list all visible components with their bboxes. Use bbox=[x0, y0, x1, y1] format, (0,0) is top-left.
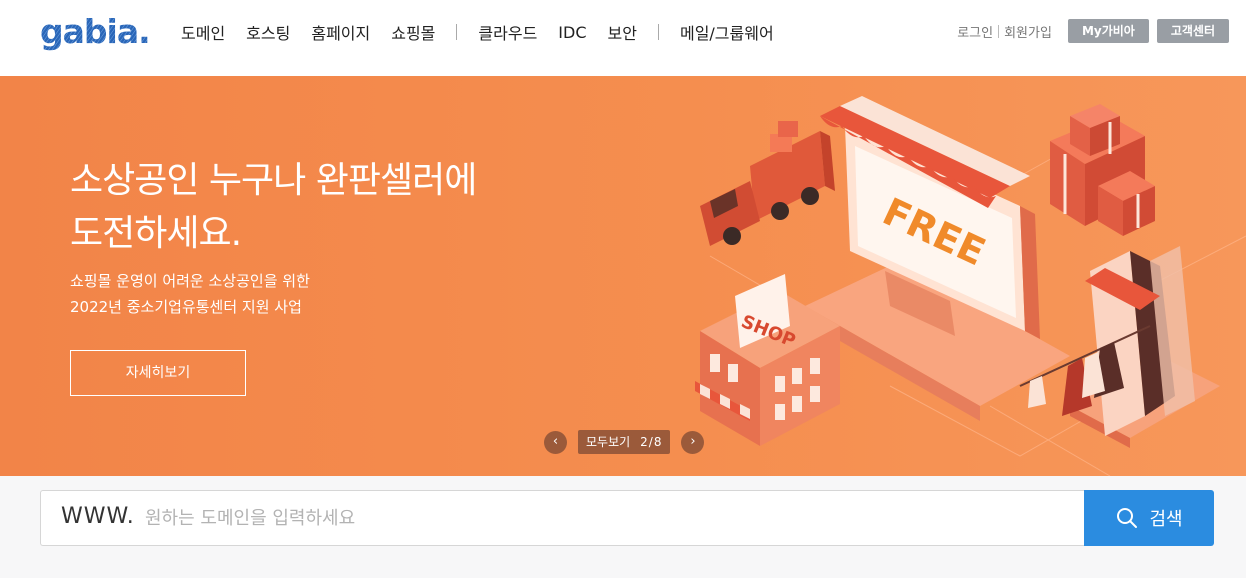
chevron-left-icon: ‹ bbox=[552, 433, 559, 449]
nav-shoppingmall[interactable]: 쇼핑몰 bbox=[391, 20, 435, 44]
banner-pager: ‹ 모두보기 2/8 › bbox=[544, 430, 705, 454]
detail-button[interactable]: 자세히보기 bbox=[70, 350, 246, 396]
my-gabia-button[interactable]: My가비아 bbox=[1067, 19, 1149, 43]
signup-link[interactable]: 회원가입 bbox=[1004, 22, 1052, 41]
logo-mark: gabia. bbox=[40, 12, 151, 51]
login-link[interactable]: 로그인 bbox=[957, 22, 993, 41]
nav-domain[interactable]: 도메인 bbox=[181, 20, 225, 44]
chevron-right-icon: › bbox=[690, 433, 696, 449]
view-all-button[interactable]: 모두보기 2/8 bbox=[578, 430, 671, 454]
promo-banner: 소상공인 누구나 완판셀러에 도전하세요. 쇼핑몰 운영이 어려운 소상공인을 … bbox=[0, 76, 1246, 476]
next-slide-button[interactable]: › bbox=[681, 430, 705, 454]
banner-description: 쇼핑몰 운영이 어려운 소상공인을 위한 2022년 중소기업유통센터 지원 사… bbox=[70, 268, 310, 320]
banner-desc-line2: 2022년 중소기업유통센터 지원 사업 bbox=[70, 298, 302, 316]
nav-hosting[interactable]: 호스팅 bbox=[246, 20, 290, 44]
domain-search-section: WWW. 검색 bbox=[0, 476, 1246, 578]
shopping-illustration: FREE SHOP bbox=[695, 96, 1246, 476]
banner-desc-line1: 쇼핑몰 운영이 어려운 소상공인을 위한 bbox=[70, 272, 310, 290]
search-icon bbox=[1117, 508, 1138, 528]
monitor-icon: FREE bbox=[805, 96, 1070, 421]
truck-icon bbox=[700, 121, 835, 246]
banner-title-line2: 도전하세요. bbox=[70, 213, 242, 254]
nav-mail-groupware[interactable]: 메일/그룹웨어 bbox=[680, 20, 774, 44]
utility-menu: 로그인 회원가입 My가비아 고객센터 bbox=[957, 19, 1229, 43]
view-all-label: 모두보기 bbox=[586, 435, 631, 449]
nav-divider bbox=[657, 24, 659, 40]
domain-search-box: WWW. bbox=[40, 490, 1085, 546]
nav-divider bbox=[456, 24, 458, 40]
search-button[interactable]: 검색 bbox=[1084, 490, 1214, 546]
www-prefix: WWW. bbox=[61, 504, 135, 529]
nav-idc[interactable]: IDC bbox=[558, 23, 586, 42]
gabia-logo[interactable]: gabia. bbox=[38, 12, 156, 56]
nav-cloud[interactable]: 클라우드 bbox=[478, 20, 537, 44]
prev-slide-button[interactable]: ‹ bbox=[544, 430, 567, 454]
domain-search-input[interactable] bbox=[145, 501, 1045, 535]
banner-title-line1: 소상공인 누구나 완판셀러에 bbox=[70, 160, 477, 201]
customer-center-button[interactable]: 고객센터 bbox=[1156, 19, 1229, 43]
logo-text: gabia. bbox=[40, 12, 150, 51]
banner-title: 소상공인 누구나 완판셀러에 도전하세요. bbox=[70, 154, 477, 260]
search-button-label: 검색 bbox=[1149, 509, 1183, 530]
gift-box-icon bbox=[1050, 104, 1155, 236]
slide-counter: 2/8 bbox=[640, 435, 663, 449]
site-header: gabia. 도메인 호스팅 홈페이지 쇼핑몰 클라우드 IDC 보안 메일/그… bbox=[0, 0, 1246, 76]
nav-security[interactable]: 보안 bbox=[608, 20, 637, 44]
nav-homepage[interactable]: 홈페이지 bbox=[311, 20, 370, 44]
main-nav: 도메인 호스팅 홈페이지 쇼핑몰 클라우드 IDC 보안 메일/그룹웨어 bbox=[181, 20, 795, 44]
util-divider bbox=[998, 24, 1000, 38]
